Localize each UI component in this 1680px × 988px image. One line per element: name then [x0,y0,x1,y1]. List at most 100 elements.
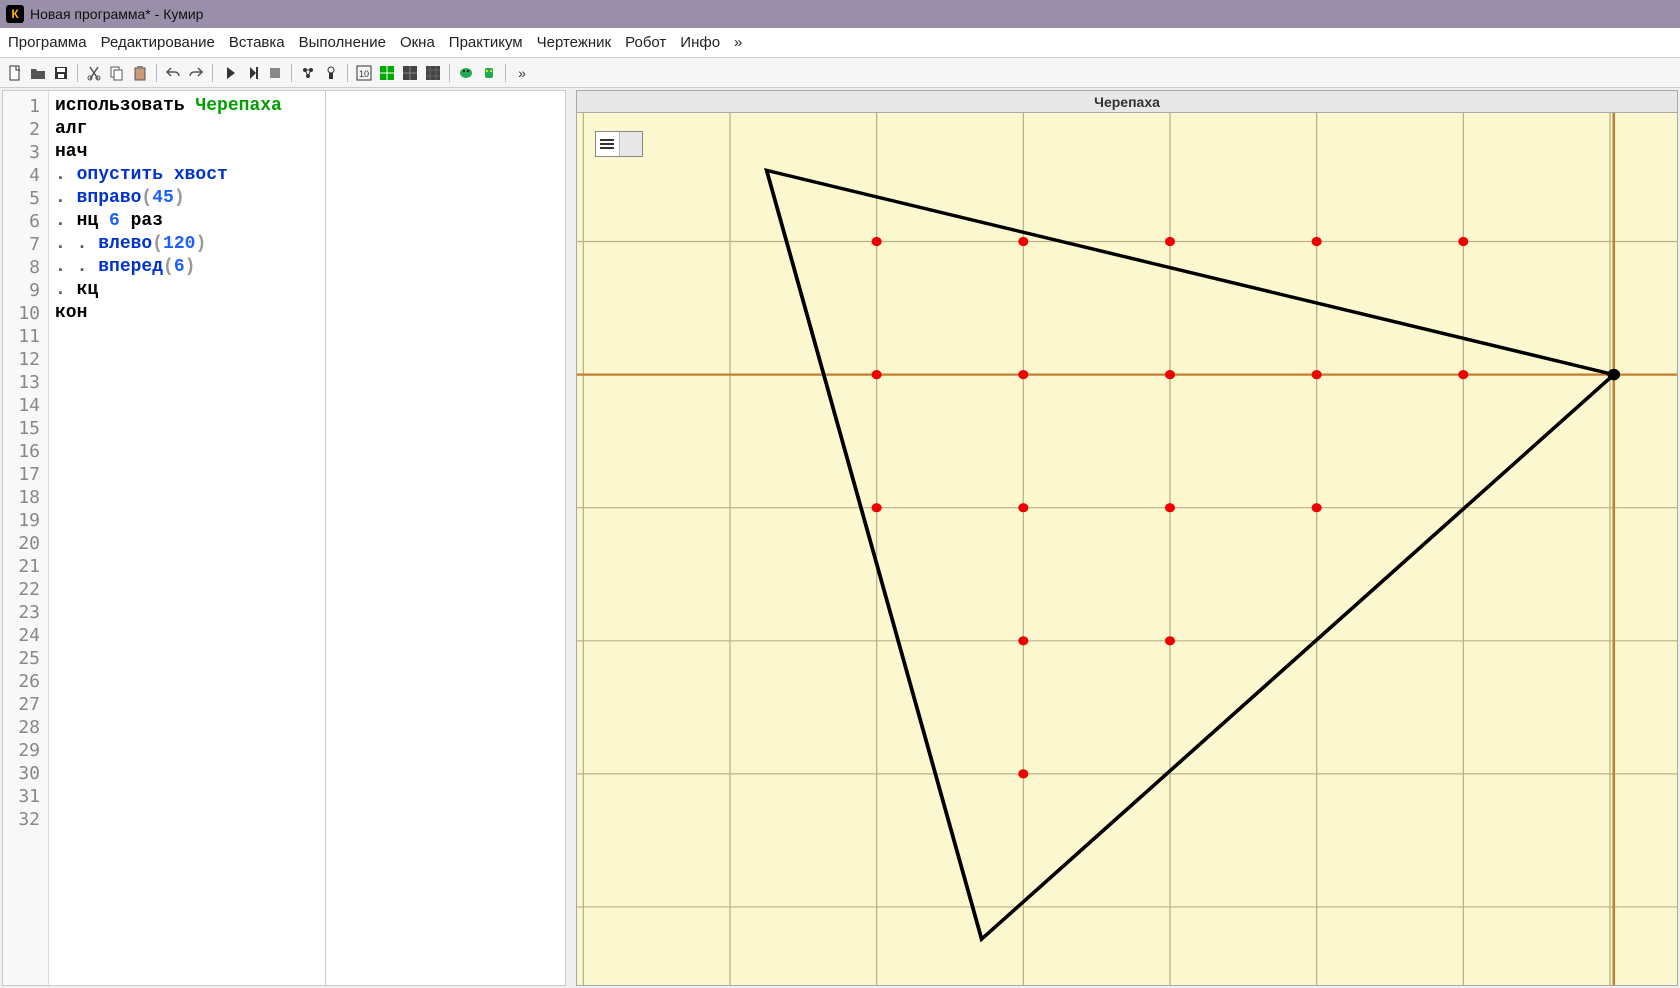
kw-alg: алг [55,119,87,139]
menu-7[interactable]: Робот [625,34,666,51]
line-number: 30 [3,762,40,785]
tool2-button[interactable] [322,64,340,82]
copy-button[interactable] [108,64,126,82]
kw-loop: нц [77,211,109,231]
pane-splitter[interactable] [568,88,576,988]
grid2-button[interactable] [378,64,396,82]
open-button[interactable] [29,64,47,82]
save-button[interactable] [52,64,70,82]
titlebar: К Новая программа* - Кумир [0,0,1680,28]
toolbar-separator [212,64,213,82]
toolbar-separator [77,64,78,82]
line-number: 9 [3,279,40,302]
line-number: 13 [3,371,40,394]
line-number: 11 [3,325,40,348]
paste-button[interactable] [131,64,149,82]
toolbar-separator [347,64,348,82]
kw-begin: нач [55,142,87,162]
stop-button[interactable] [266,64,284,82]
actor1-button[interactable] [457,64,475,82]
kw-end: кон [55,303,87,323]
menubar: Программа Редактирование Вставка Выполнение… [0,28,1680,58]
svg-text:10: 10 [359,69,369,79]
toolbar-separator [291,64,292,82]
tool1-button[interactable] [299,64,317,82]
redo-button[interactable] [187,64,205,82]
indent-dot: . [55,165,77,185]
grid1-button[interactable]: 10 [355,64,373,82]
line-number: 26 [3,670,40,693]
toolbar-separator [449,64,450,82]
line-number: 17 [3,463,40,486]
cmd-left: влево [98,234,152,254]
window-title: Новая программа* - Кумир [30,6,203,22]
canvas-title: Черепаха [577,91,1677,113]
code-editor[interactable]: использовать Черепаха алг нач . опустить… [49,91,565,985]
menu-3[interactable]: Выполнение [299,34,386,51]
undo-button[interactable] [164,64,182,82]
ident-turtle: Черепаха [195,96,281,116]
step-button[interactable] [243,64,261,82]
line-number: 32 [3,808,40,831]
actor2-button[interactable] [480,64,498,82]
line-number: 14 [3,394,40,417]
toolbar: 10 » [0,58,1680,88]
menu-2[interactable]: Вставка [229,34,285,51]
menu-5[interactable]: Практикум [449,34,523,51]
indent-dot: . . [55,257,98,277]
line-number: 21 [3,555,40,578]
gutter: 1234567891011121314151617181920212223242… [3,91,49,985]
line-number: 15 [3,417,40,440]
line-number: 22 [3,578,40,601]
cmd-pendown: опустить хвост [77,165,228,185]
canvas-pane: Черепаха [576,90,1678,986]
line-number: 7 [3,233,40,256]
editor-pane: 1234567891011121314151617181920212223242… [2,90,566,986]
indent-dot: . . [55,234,98,254]
grid4-button[interactable] [424,64,442,82]
line-number: 23 [3,601,40,624]
menu-0[interactable]: Программа [8,34,87,51]
line-number: 24 [3,624,40,647]
menu-9[interactable]: » [734,34,742,51]
turtle-canvas[interactable] [577,113,1677,985]
canvas-menu-button[interactable] [595,131,643,157]
line-number: 8 [3,256,40,279]
kw-endloop: кц [77,280,99,300]
line-number: 25 [3,647,40,670]
line-number: 28 [3,716,40,739]
kw-use: использовать [55,96,195,116]
cmd-forward: вперед [98,257,163,277]
cut-button[interactable] [85,64,103,82]
more-button[interactable]: » [513,64,531,82]
grid3-button[interactable] [401,64,419,82]
line-number: 10 [3,302,40,325]
new-button[interactable] [6,64,24,82]
line-number: 29 [3,739,40,762]
turtle-svg [577,113,1677,985]
line-number: 4 [3,164,40,187]
cmd-right: вправо [77,188,142,208]
line-number: 5 [3,187,40,210]
run-button[interactable] [220,64,238,82]
line-number: 2 [3,118,40,141]
editor-splitter[interactable] [325,91,326,985]
line-number: 31 [3,785,40,808]
line-number: 16 [3,440,40,463]
main: 1234567891011121314151617181920212223242… [0,88,1680,988]
hamburger-icon [600,139,614,149]
menu-6[interactable]: Чертежник [537,34,612,51]
line-number: 12 [3,348,40,371]
line-number: 1 [3,95,40,118]
menu-1[interactable]: Редактирование [101,34,215,51]
indent-dot: . [55,280,77,300]
app-icon: К [6,5,24,23]
menu-8[interactable]: Инфо [680,34,720,51]
menu-4[interactable]: Окна [400,34,435,51]
line-number: 27 [3,693,40,716]
indent-dot: . [55,211,77,231]
toolbar-separator [156,64,157,82]
line-number: 3 [3,141,40,164]
line-number: 18 [3,486,40,509]
indent-dot: . [55,188,77,208]
